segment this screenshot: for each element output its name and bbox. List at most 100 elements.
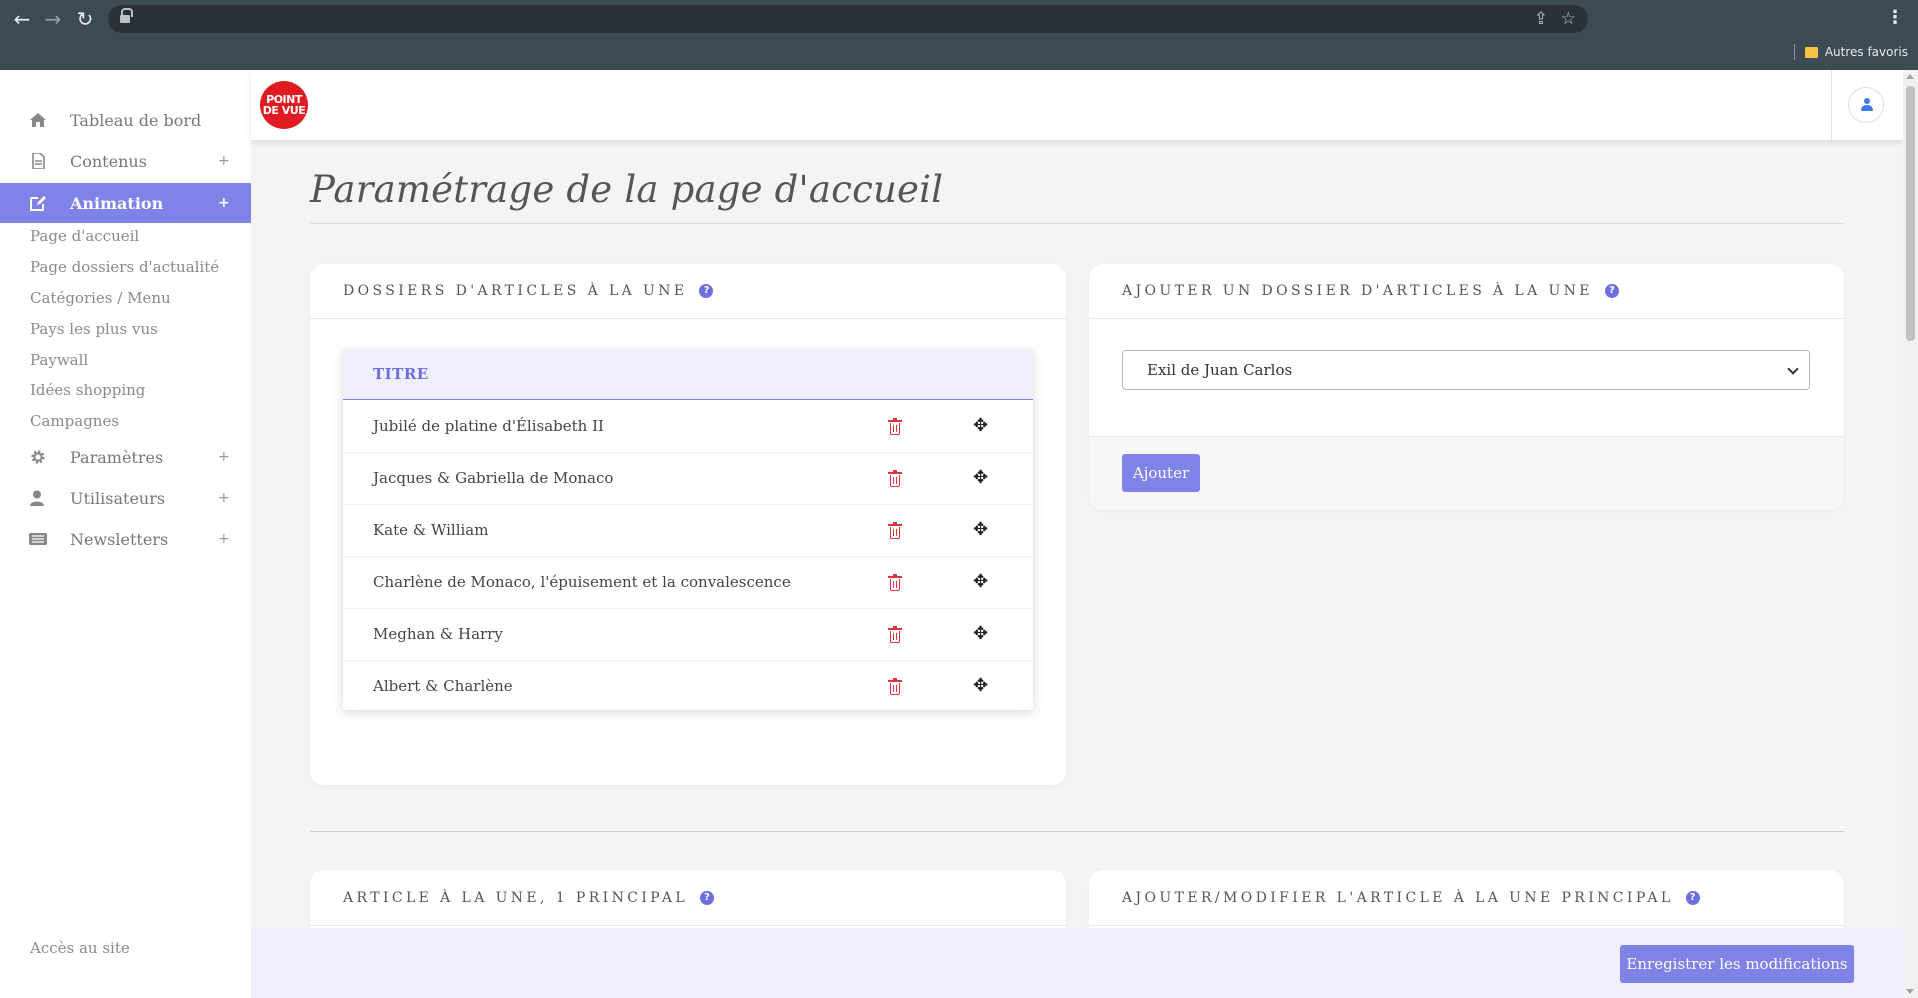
column-header-titre: TITRE (373, 365, 429, 383)
edit-icon (30, 196, 46, 211)
move-icon[interactable]: ✥ (973, 624, 988, 644)
select-value: Exil de Juan Carlos (1147, 361, 1293, 379)
address-bar[interactable]: ⇪ ☆ (108, 5, 1588, 33)
sidebar-item-label: Contenus (70, 151, 147, 171)
scroll-down-icon[interactable] (1906, 989, 1914, 994)
logo-line2: DE VUE (262, 104, 306, 117)
sidebar-item-parametres[interactable]: Paramètres + (0, 437, 251, 477)
sidebar-subitem-pays-plus-vus[interactable]: Pays les plus vus (30, 320, 158, 338)
sidebar-item-animation[interactable]: Animation + (0, 183, 251, 223)
expand-icon[interactable]: + (218, 531, 230, 547)
ajouter-dossier-card: AJOUTER UN DOSSIER D'ARTICLES À LA UNE ?… (1089, 264, 1844, 510)
card-header: AJOUTER/MODIFIER L'ARTICLE À LA UNE PRIN… (1089, 870, 1844, 926)
title-divider (310, 223, 1844, 224)
move-icon[interactable]: ✥ (973, 676, 988, 696)
sidebar-item-label: Tableau de bord (70, 110, 202, 130)
trash-icon[interactable] (888, 678, 902, 695)
card-footer: Ajouter (1089, 436, 1844, 510)
dossiers-table: TITRE Jubilé de platine d'Élisabeth II ✥… (343, 350, 1033, 710)
trash-icon[interactable] (888, 626, 902, 643)
back-icon[interactable]: ← (9, 6, 35, 32)
trash-icon[interactable] (888, 522, 902, 539)
sidebar-item-contenus[interactable]: Contenus + (0, 141, 251, 181)
lock-icon (120, 8, 133, 24)
page-scrollbar[interactable] (1903, 70, 1918, 998)
trash-icon[interactable] (888, 418, 902, 435)
card-heading: DOSSIERS D'ARTICLES À LA UNE (343, 283, 688, 299)
expand-icon[interactable]: + (218, 449, 230, 465)
ajouter-button[interactable]: Ajouter (1122, 454, 1200, 492)
user-icon (1861, 98, 1873, 112)
star-icon[interactable]: ☆ (1561, 6, 1576, 32)
section-divider (310, 831, 1844, 832)
expand-icon[interactable]: + (218, 490, 230, 506)
row-title: Albert & Charlène (373, 677, 513, 695)
card-heading: AJOUTER UN DOSSIER D'ARTICLES À LA UNE (1122, 283, 1593, 299)
reload-icon[interactable]: ↻ (72, 6, 98, 32)
scroll-up-icon[interactable] (1906, 74, 1914, 79)
row-title: Meghan & Harry (373, 625, 503, 643)
dossier-select[interactable]: Exil de Juan Carlos (1122, 350, 1810, 390)
row-title: Kate & William (373, 521, 489, 539)
help-icon[interactable]: ? (1604, 284, 1619, 298)
sidebar-subitem-paywall[interactable]: Paywall (30, 351, 88, 369)
sidebar-subitem-page-accueil[interactable]: Page d'accueil (30, 227, 139, 245)
save-bar: Enregistrer les modifications (251, 928, 1903, 998)
scrollbar-thumb[interactable] (1906, 86, 1915, 341)
folder-icon (1804, 46, 1818, 58)
card-header: AJOUTER UN DOSSIER D'ARTICLES À LA UNE ? (1089, 264, 1844, 319)
table-row[interactable]: Albert & Charlène ✥ (343, 661, 1033, 713)
sidebar-subitem-page-dossiers[interactable]: Page dossiers d'actualité (30, 258, 219, 276)
card-header: ARTICLE À LA UNE, 1 PRINCIPAL ? (310, 870, 1066, 926)
expand-icon[interactable]: + (218, 153, 230, 169)
sidebar-item-tableau-de-bord[interactable]: Tableau de bord (0, 100, 251, 140)
home-icon (30, 113, 46, 127)
table-row[interactable]: Charlène de Monaco, l'épuisement et la c… (343, 557, 1033, 609)
dossiers-card: DOSSIERS D'ARTICLES À LA UNE ? TITRE Jub… (310, 264, 1066, 785)
sidebar-item-utilisateurs[interactable]: Utilisateurs + (0, 478, 251, 518)
document-icon (32, 153, 45, 169)
card-heading: ARTICLE À LA UNE, 1 PRINCIPAL (343, 889, 689, 906)
sidebar-subitem-campagnes[interactable]: Campagnes (30, 412, 119, 430)
sidebar-item-label: Paramètres (70, 447, 164, 467)
table-row[interactable]: Meghan & Harry ✥ (343, 609, 1033, 661)
bookmarks-separator (1793, 44, 1795, 60)
move-icon[interactable]: ✥ (973, 416, 988, 436)
top-header: POINT DE VUE (251, 70, 1903, 140)
row-title: Charlène de Monaco, l'épuisement et la c… (373, 573, 791, 591)
user-menu[interactable] (1831, 70, 1903, 140)
sidebar-item-label: Utilisateurs (70, 488, 166, 508)
help-icon[interactable]: ? (1685, 890, 1700, 905)
browser-menu-icon[interactable]: ⋮ (1886, 7, 1904, 28)
row-title: Jacques & Gabriella de Monaco (373, 469, 614, 487)
sidebar-subitem-categories-menu[interactable]: Catégories / Menu (30, 289, 171, 307)
sidebar-item-newsletters[interactable]: Newsletters + (0, 519, 251, 559)
move-icon[interactable]: ✥ (973, 468, 988, 488)
forward-icon[interactable]: → (40, 6, 66, 32)
card-header: DOSSIERS D'ARTICLES À LA UNE ? (310, 264, 1066, 319)
share-icon[interactable]: ⇪ (1534, 6, 1548, 32)
help-icon[interactable]: ? (700, 890, 715, 905)
bookmarks-bar[interactable]: Autres favoris (1793, 40, 1908, 64)
logo[interactable]: POINT DE VUE (260, 81, 308, 129)
row-title: Jubilé de platine d'Élisabeth II (373, 417, 604, 435)
sidebar-item-label: Newsletters (70, 529, 169, 549)
sidebar-subitem-idees-shopping[interactable]: Idées shopping (30, 381, 145, 399)
newsletter-icon (29, 533, 47, 545)
chevron-down-icon (1787, 363, 1799, 375)
table-row[interactable]: Jubilé de platine d'Élisabeth II ✥ (343, 401, 1033, 453)
page-title: Paramétrage de la page d'accueil (310, 168, 944, 211)
save-button[interactable]: Enregistrer les modifications (1620, 945, 1854, 983)
expand-icon[interactable]: + (218, 195, 230, 211)
avatar[interactable] (1848, 87, 1884, 123)
card-heading: AJOUTER/MODIFIER L'ARTICLE À LA UNE PRIN… (1122, 889, 1674, 906)
sidebar: Tableau de bord Contenus + Animation + P… (0, 70, 251, 998)
acces-au-site-link[interactable]: Accès au site (30, 939, 130, 957)
trash-icon[interactable] (888, 470, 902, 487)
trash-icon[interactable] (888, 574, 902, 591)
table-row[interactable]: Kate & William ✥ (343, 505, 1033, 557)
table-row[interactable]: Jacques & Gabriella de Monaco ✥ (343, 453, 1033, 505)
help-icon[interactable]: ? (699, 284, 714, 298)
move-icon[interactable]: ✥ (973, 520, 988, 540)
move-icon[interactable]: ✥ (973, 572, 988, 592)
